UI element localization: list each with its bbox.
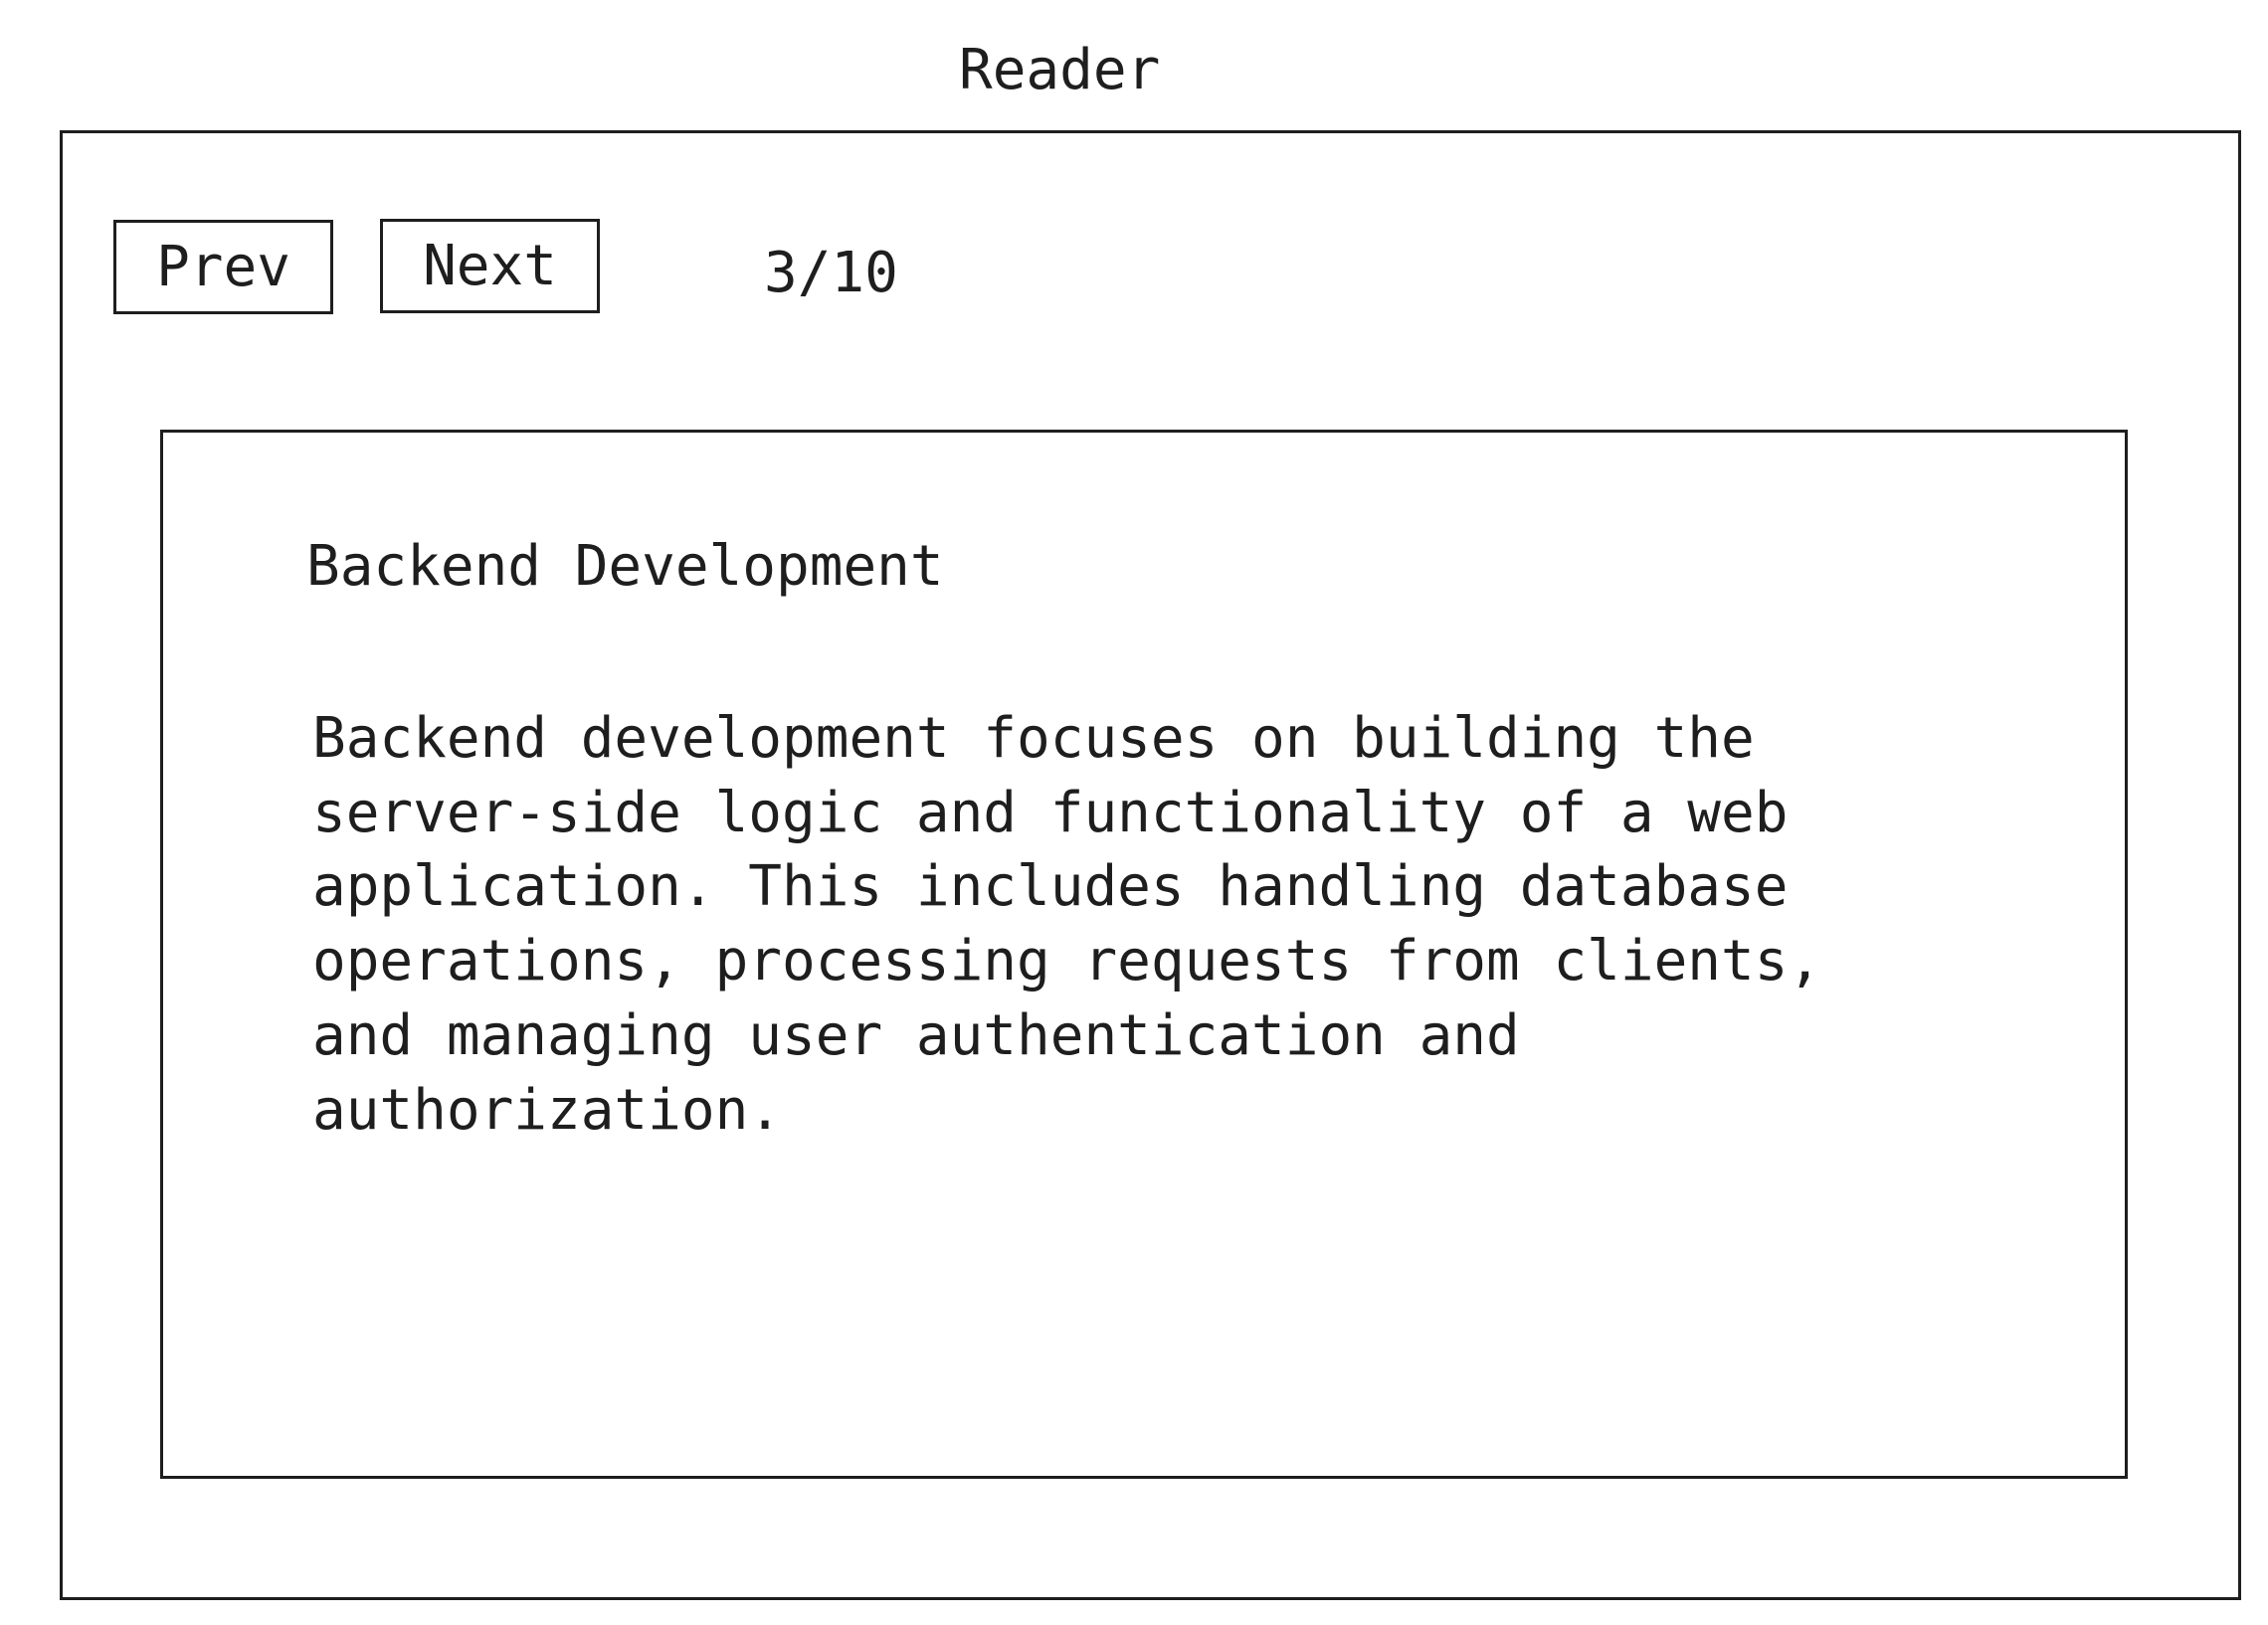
page-indicator: 3/10: [764, 241, 898, 305]
next-button[interactable]: Next: [380, 219, 600, 313]
article-title: Backend Development: [306, 534, 944, 599]
prev-button[interactable]: Prev: [113, 220, 333, 314]
article-body: Backend development focuses on building …: [312, 706, 1822, 1143]
app-title: Reader: [959, 38, 1161, 102]
